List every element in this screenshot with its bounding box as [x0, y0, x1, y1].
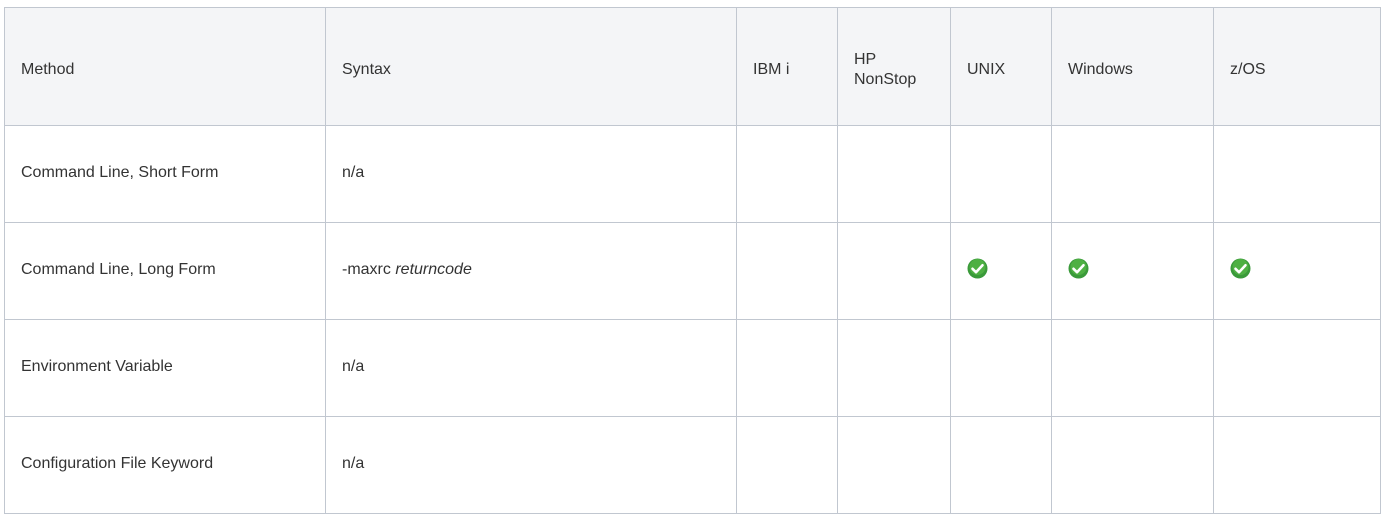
syntax-text: n/a: [342, 358, 365, 375]
support-cell-hpnonstop: [837, 222, 951, 320]
support-cell-unix: [950, 222, 1052, 320]
table-row: Command Line, Long Form -maxrc returncod…: [4, 222, 1381, 320]
header-method: Method: [4, 7, 326, 126]
support-cell-hpnonstop: [837, 125, 951, 223]
header-hpnonstop: HP NonStop: [837, 7, 951, 126]
check-circle-icon: [1230, 258, 1251, 279]
syntax-text: -maxrc: [342, 261, 391, 278]
header-zos: z/OS: [1213, 7, 1381, 126]
support-cell-hpnonstop: [837, 416, 951, 514]
method-cell: Command Line, Long Form: [4, 222, 326, 320]
support-cell-zos: [1213, 222, 1381, 320]
support-cell-windows: [1051, 125, 1214, 223]
syntax-cell: n/a: [325, 416, 737, 514]
support-cell-ibmi: [736, 125, 838, 223]
method-cell: Configuration File Keyword: [4, 416, 326, 514]
support-cell-zos: [1213, 125, 1381, 223]
method-cell: Environment Variable: [4, 319, 326, 417]
check-circle-icon: [1068, 258, 1089, 279]
syntax-cell: n/a: [325, 319, 737, 417]
support-cell-unix: [950, 125, 1052, 223]
support-cell-ibmi: [736, 319, 838, 417]
table-row: Configuration File Keyword n/a: [4, 416, 1381, 514]
syntax-text: n/a: [342, 164, 365, 181]
header-windows: Windows: [1051, 7, 1214, 126]
table-row: Environment Variable n/a: [4, 319, 1381, 417]
header-unix: UNIX: [950, 7, 1052, 126]
support-cell-zos: [1213, 416, 1381, 514]
support-cell-windows: [1051, 416, 1214, 514]
support-cell-zos: [1213, 319, 1381, 417]
header-ibmi: IBM i: [736, 7, 838, 126]
syntax-text: n/a: [342, 455, 365, 472]
support-cell-windows: [1051, 319, 1214, 417]
method-cell: Command Line, Short Form: [4, 125, 326, 223]
support-cell-windows: [1051, 222, 1214, 320]
check-circle-icon: [967, 258, 988, 279]
support-cell-ibmi: [736, 222, 838, 320]
syntax-argument: returncode: [395, 261, 472, 278]
support-cell-ibmi: [736, 416, 838, 514]
syntax-cell: -maxrc returncode: [325, 222, 737, 320]
support-cell-hpnonstop: [837, 319, 951, 417]
header-row: Method Syntax IBM i HP NonStop UNIX Wind…: [4, 7, 1381, 126]
table-row: Command Line, Short Form n/a: [4, 125, 1381, 223]
support-cell-unix: [950, 319, 1052, 417]
support-cell-unix: [950, 416, 1052, 514]
methods-table: Method Syntax IBM i HP NonStop UNIX Wind…: [4, 7, 1381, 514]
syntax-cell: n/a: [325, 125, 737, 223]
header-syntax: Syntax: [325, 7, 737, 126]
